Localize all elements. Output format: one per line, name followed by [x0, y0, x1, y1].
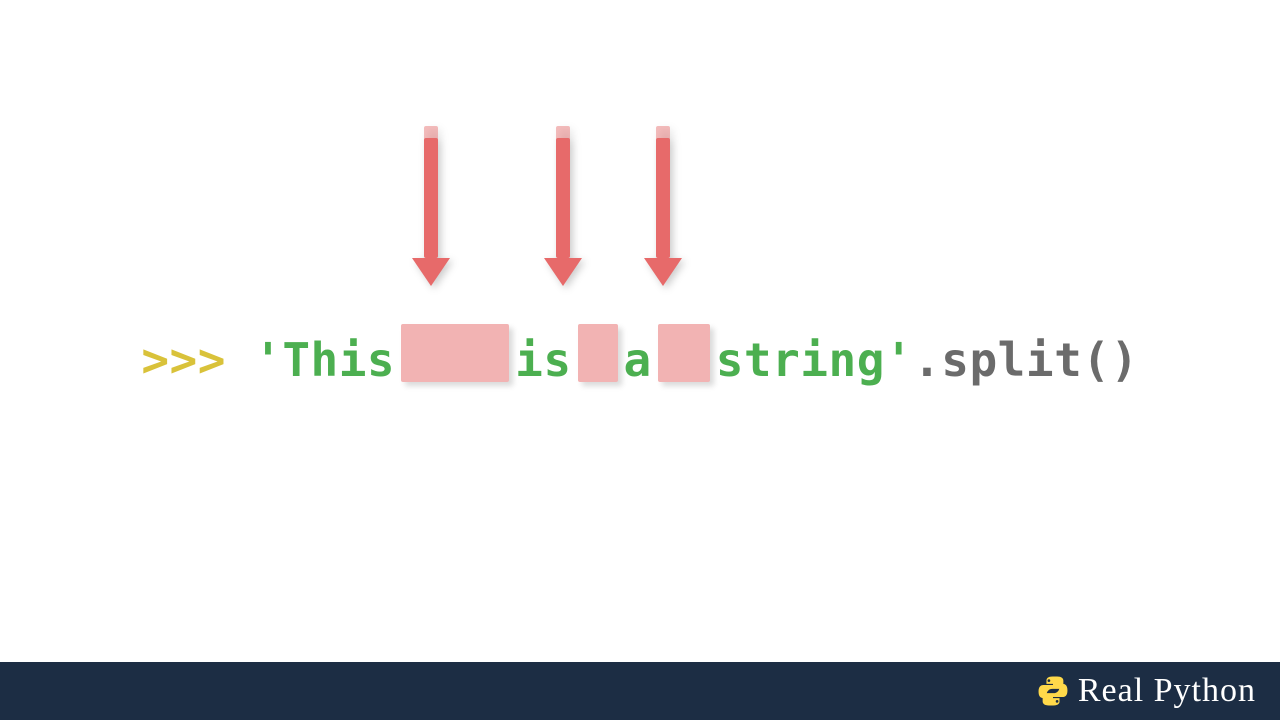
footer-bar: Real Python	[0, 662, 1280, 720]
string-word-2: is	[515, 333, 571, 387]
arrow-icon	[650, 138, 676, 286]
whitespace-highlight	[401, 324, 509, 382]
arrow-icon	[418, 138, 444, 286]
whitespace-highlight	[658, 324, 710, 382]
code-line: >>> 'Thisisastring'.split()	[0, 324, 1280, 387]
whitespace-highlight	[578, 324, 618, 382]
arrow-icon	[550, 138, 576, 286]
method-call: .split()	[913, 333, 1139, 387]
string-word-1: This	[282, 333, 395, 387]
string-quote-close: '	[885, 333, 913, 387]
brand-text: Real Python	[1078, 672, 1256, 710]
string-word-4: string	[716, 333, 885, 387]
repl-prompt: >>>	[141, 333, 226, 387]
string-word-3: a	[624, 333, 652, 387]
string-quote-open: '	[254, 333, 282, 387]
python-logo-icon	[1038, 676, 1068, 706]
slide: >>> 'Thisisastring'.split() Real Python	[0, 0, 1280, 720]
